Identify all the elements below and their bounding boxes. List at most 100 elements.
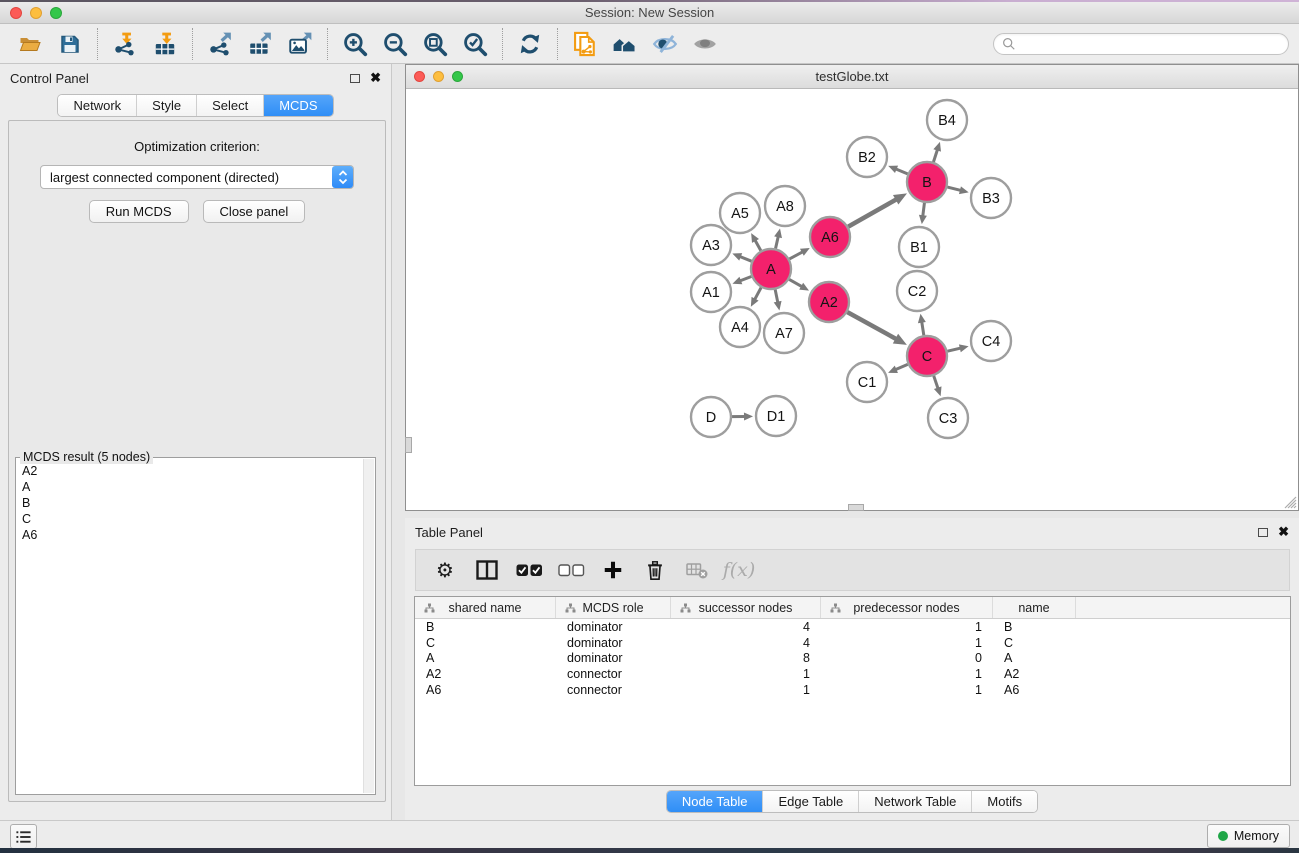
network-canvas[interactable]: B4B2BB3A8A5A6A3B1AC2A1A2A4A7C4CC1C3DD1 bbox=[406, 89, 1298, 510]
graph-node-A1[interactable]: A1 bbox=[691, 272, 731, 312]
column-header-predecessor-nodes[interactable]: predecessor nodes bbox=[821, 597, 993, 618]
zoom-selected-icon[interactable] bbox=[455, 27, 495, 61]
close-panel-button[interactable]: Close panel bbox=[203, 200, 306, 223]
graph-edge-A-A7[interactable] bbox=[775, 290, 778, 303]
cell-MCDS-role[interactable]: dominator bbox=[556, 620, 671, 634]
cell-predecessor-nodes[interactable]: 1 bbox=[821, 683, 993, 697]
zoom-fit-icon[interactable] bbox=[415, 27, 455, 61]
graph-node-C[interactable]: C bbox=[907, 336, 947, 376]
graph-node-A5[interactable]: A5 bbox=[720, 193, 760, 233]
refresh-icon[interactable] bbox=[510, 27, 550, 61]
cell-successor-nodes[interactable]: 4 bbox=[671, 636, 821, 650]
graph-edge-C-C4[interactable] bbox=[947, 348, 960, 351]
graph-node-C1[interactable]: C1 bbox=[847, 362, 887, 402]
graph-edge-C-C2[interactable] bbox=[922, 322, 924, 336]
graph-edge-B-B3[interactable] bbox=[947, 187, 961, 190]
export-table-icon[interactable] bbox=[240, 27, 280, 61]
graph-node-C3[interactable]: C3 bbox=[928, 398, 968, 438]
cell-MCDS-role[interactable]: connector bbox=[556, 683, 671, 697]
graph-edge-B-B1[interactable] bbox=[923, 203, 925, 216]
graph-node-B4[interactable]: B4 bbox=[927, 100, 967, 140]
tab-network-table[interactable]: Network Table bbox=[858, 791, 971, 812]
graph-node-A4[interactable]: A4 bbox=[720, 307, 760, 347]
cell-predecessor-nodes[interactable]: 1 bbox=[821, 620, 993, 634]
mcds-result-item[interactable]: A2 bbox=[22, 463, 362, 479]
window-resize-grip[interactable] bbox=[1281, 493, 1297, 509]
column-header-shared-name[interactable]: shared name bbox=[415, 597, 556, 618]
memory-button[interactable]: Memory bbox=[1207, 824, 1290, 848]
new-network-from-selection-icon[interactable] bbox=[565, 27, 605, 61]
graph-edge-A6-B[interactable] bbox=[848, 199, 896, 226]
close-table-panel-icon[interactable]: ✖ bbox=[1278, 527, 1289, 537]
graph-edge-A-A3[interactable] bbox=[740, 257, 752, 262]
cell-MCDS-role[interactable]: connector bbox=[556, 667, 671, 681]
tab-edge-table[interactable]: Edge Table bbox=[762, 791, 858, 812]
search-input[interactable] bbox=[1021, 37, 1280, 51]
cell-successor-nodes[interactable]: 1 bbox=[671, 667, 821, 681]
graph-edge-A-A6[interactable] bbox=[789, 252, 802, 259]
run-mcds-button[interactable]: Run MCDS bbox=[89, 200, 189, 223]
import-table-icon[interactable] bbox=[145, 27, 185, 61]
tab-mcds[interactable]: MCDS bbox=[263, 95, 332, 116]
cell-name[interactable]: A6 bbox=[993, 683, 1076, 697]
cell-predecessor-nodes[interactable]: 1 bbox=[821, 636, 993, 650]
close-panel-icon[interactable]: ✖ bbox=[370, 73, 381, 83]
zoom-in-icon[interactable] bbox=[335, 27, 375, 61]
select-all-columns-icon[interactable] bbox=[510, 553, 548, 587]
graph-edge-C-C1[interactable] bbox=[895, 364, 907, 369]
graph-edge-A-A8[interactable] bbox=[776, 236, 779, 248]
mcds-result-item[interactable]: A6 bbox=[22, 527, 362, 543]
cell-predecessor-nodes[interactable]: 1 bbox=[821, 667, 993, 681]
column-header-name[interactable]: name bbox=[993, 597, 1076, 618]
show-panels-list-button[interactable] bbox=[10, 824, 37, 849]
table-settings-gear-icon[interactable]: ⚙ bbox=[426, 553, 464, 587]
graph-edge-A2-C[interactable] bbox=[847, 312, 896, 339]
cell-shared-name[interactable]: A2 bbox=[415, 667, 556, 681]
tab-node-table[interactable]: Node Table bbox=[667, 791, 763, 812]
tab-network[interactable]: Network bbox=[58, 95, 136, 116]
cell-successor-nodes[interactable]: 8 bbox=[671, 651, 821, 665]
mcds-result-item[interactable]: A bbox=[22, 479, 362, 495]
window-edge-handle-bottom[interactable] bbox=[848, 504, 864, 511]
tab-motifs[interactable]: Motifs bbox=[971, 791, 1037, 812]
cell-name[interactable]: A bbox=[993, 651, 1076, 665]
deselect-all-columns-icon[interactable] bbox=[552, 553, 590, 587]
cell-name[interactable]: A2 bbox=[993, 667, 1076, 681]
save-session-icon[interactable] bbox=[50, 27, 90, 61]
mcds-result-item[interactable]: C bbox=[22, 511, 362, 527]
cell-shared-name[interactable]: A bbox=[415, 651, 556, 665]
cell-MCDS-role[interactable]: dominator bbox=[556, 651, 671, 665]
criterion-dropdown[interactable]: largest connected component (directed) bbox=[40, 165, 354, 189]
graph-node-C4[interactable]: C4 bbox=[971, 321, 1011, 361]
graph-edge-A-A4[interactable] bbox=[755, 288, 761, 300]
cell-name[interactable]: C bbox=[993, 636, 1076, 650]
cell-MCDS-role[interactable]: dominator bbox=[556, 636, 671, 650]
export-image-icon[interactable] bbox=[280, 27, 320, 61]
graph-edge-C-C3[interactable] bbox=[934, 376, 938, 389]
graph-node-A6[interactable]: A6 bbox=[810, 217, 850, 257]
cell-name[interactable]: B bbox=[993, 620, 1076, 634]
first-neighbors-icon[interactable] bbox=[605, 27, 645, 61]
create-column-plus-icon[interactable] bbox=[594, 553, 632, 587]
column-header-MCDS-role[interactable]: MCDS role bbox=[556, 597, 671, 618]
cell-successor-nodes[interactable]: 4 bbox=[671, 620, 821, 634]
float-table-panel-icon[interactable] bbox=[1258, 528, 1268, 537]
float-panel-icon[interactable] bbox=[350, 74, 360, 83]
graph-node-A3[interactable]: A3 bbox=[691, 225, 731, 265]
export-network-icon[interactable] bbox=[200, 27, 240, 61]
graph-node-A8[interactable]: A8 bbox=[765, 186, 805, 226]
graph-edge-B-B2[interactable] bbox=[896, 169, 908, 174]
zoom-out-icon[interactable] bbox=[375, 27, 415, 61]
cell-successor-nodes[interactable]: 1 bbox=[671, 683, 821, 697]
hide-selected-icon[interactable] bbox=[645, 27, 685, 61]
tab-style[interactable]: Style bbox=[136, 95, 196, 116]
column-header-successor-nodes[interactable]: successor nodes bbox=[671, 597, 821, 618]
mcds-result-item[interactable]: B bbox=[22, 495, 362, 511]
tab-select[interactable]: Select bbox=[196, 95, 263, 116]
graph-edge-B-B4[interactable] bbox=[933, 150, 937, 163]
graph-node-D[interactable]: D bbox=[691, 397, 731, 437]
graph-edge-A-A5[interactable] bbox=[755, 240, 761, 251]
graph-node-A2[interactable]: A2 bbox=[809, 282, 849, 322]
graph-node-B2[interactable]: B2 bbox=[847, 137, 887, 177]
graph-node-B[interactable]: B bbox=[907, 162, 947, 202]
